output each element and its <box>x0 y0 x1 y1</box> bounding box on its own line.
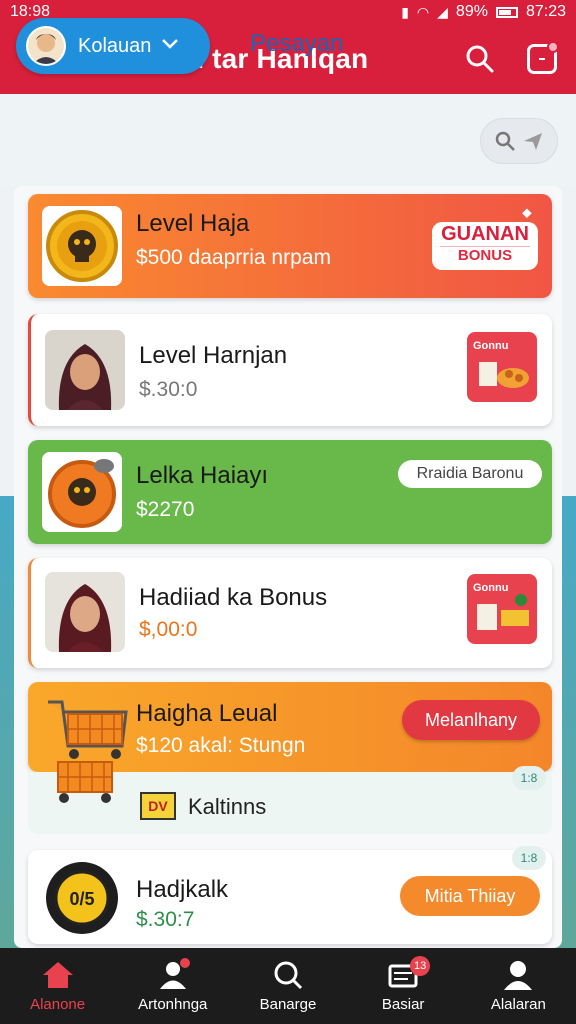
claim-button[interactable]: Melanlhany <box>402 700 540 740</box>
coin-thumbnail <box>42 206 122 286</box>
nav-label: Alanone <box>30 996 86 1013</box>
battery-icon <box>495 6 518 18</box>
card-title: Level Harnjan <box>139 342 288 369</box>
inbox-icon <box>527 41 559 74</box>
notification-bell-button[interactable] <box>524 41 560 77</box>
status-icons: ▮ ◠ ◢ 89% 87:23 <box>401 3 566 21</box>
nav-label: Alalaran <box>490 996 546 1013</box>
card-title: Haigha Leual <box>136 700 278 727</box>
card-subtitle: $120 akal: Stungn <box>136 734 306 757</box>
food-tile-label: Gonnu <box>473 340 509 352</box>
notification-dot <box>547 41 559 53</box>
person-thumbnail <box>45 330 125 410</box>
search-send-button[interactable] <box>480 118 558 164</box>
card-title: Hadjkalk <box>136 876 229 903</box>
svg-text:0/5: 0/5 <box>69 889 94 909</box>
card-title: Level Haja <box>136 210 250 237</box>
bonus-badge: GUANAN BONUS <box>432 222 538 270</box>
wifi-icon: ◠ <box>416 3 430 20</box>
profile-icon <box>504 961 533 990</box>
nav-label: Basiar <box>381 996 425 1013</box>
bottom-nav: Alanone Artonhnga Banarge 13 Basiar Alal… <box>0 948 576 1024</box>
food-promo-tile[interactable]: Gonnu <box>467 574 537 644</box>
reward-card-hadjkalk[interactable]: 0/5 Hadjkalk $.30:7 Mitia Thiiay 1:8 <box>28 846 552 944</box>
tab-pesanan[interactable]: Pesayan <box>250 30 343 58</box>
nav-label: Artonhnga <box>138 996 208 1013</box>
user-filter-label: Kolauan <box>78 34 152 57</box>
chevron-down-icon <box>161 37 179 55</box>
reward-card-hadiiad-bonus[interactable]: Hadiiad ka Bonus $,00:0 Gonnu <box>28 558 552 668</box>
coin-thumbnail: 0/5 <box>46 862 118 934</box>
nav-item-search[interactable]: Banarge <box>233 948 343 1013</box>
shopping-cart-icon <box>48 700 128 803</box>
home-icon <box>42 962 73 988</box>
card-title: Hadiiad ka Bonus <box>139 584 328 611</box>
reward-card-level-harnjan[interactable]: Level Harnjan $.30:0 Gonnu <box>28 314 552 426</box>
category-tag: DV <box>140 792 176 820</box>
nav-item-account[interactable]: Alalaran <box>463 948 573 1013</box>
notification-dot <box>179 958 190 968</box>
card-subtitle: $500 daaprria nrpam <box>136 246 331 269</box>
send-icon <box>524 133 542 150</box>
category-label: Kaltinns <box>188 794 267 819</box>
nav-item-messages[interactable]: 13 Basiar <box>348 948 458 1013</box>
claim-button[interactable]: Mitia Thiiay <box>400 876 540 916</box>
coin-thumbnail <box>42 452 122 532</box>
card-subtitle: $,00:0 <box>139 618 198 641</box>
signal-icon: ◢ <box>437 3 448 20</box>
status-clock: 87:23 <box>525 3 566 20</box>
card-title: Lelka Haiayı <box>136 462 269 489</box>
food-promo-tile[interactable]: Gonnu <box>467 332 537 402</box>
user-filter-dropdown[interactable]: Kolauan <box>16 18 210 74</box>
avatar <box>26 26 66 66</box>
nav-label: Banarge <box>259 996 317 1013</box>
search-icon <box>495 131 515 151</box>
battery-percent: 89% <box>455 3 488 20</box>
card-subtitle: $.30:7 <box>136 908 195 931</box>
reward-card-level-haja[interactable]: Level Haja $500 daaprria nrpam ⬥ GUANAN … <box>28 194 552 298</box>
bonus-badge-line2: BONUS <box>440 246 530 265</box>
pin-icon: ⬥ <box>522 204 532 220</box>
notification-badge: 13 <box>410 956 431 976</box>
bonus-badge-line1: GUANAN <box>441 223 529 245</box>
bonus-badge: Rraidia Baronu <box>398 460 542 488</box>
search-icon[interactable] <box>462 41 498 77</box>
notification-icon: ▮ <box>401 3 409 20</box>
mini-tag: 1:8 <box>512 846 546 870</box>
nav-item-activity[interactable]: Artonhnga <box>118 948 228 1013</box>
nav-item-home[interactable]: Alanone <box>3 948 113 1013</box>
person-thumbnail <box>45 572 125 652</box>
reward-card-lelka-haiay[interactable]: Lelka Haiayı $2270 Rraidia Baronu <box>28 440 552 544</box>
food-tile-label: Gonnu <box>473 582 509 594</box>
card-subtitle: $2270 <box>136 498 195 521</box>
mini-tag: 1:8 <box>512 766 546 790</box>
card-subtitle: $.30:0 <box>139 378 198 401</box>
search-icon <box>274 961 303 990</box>
